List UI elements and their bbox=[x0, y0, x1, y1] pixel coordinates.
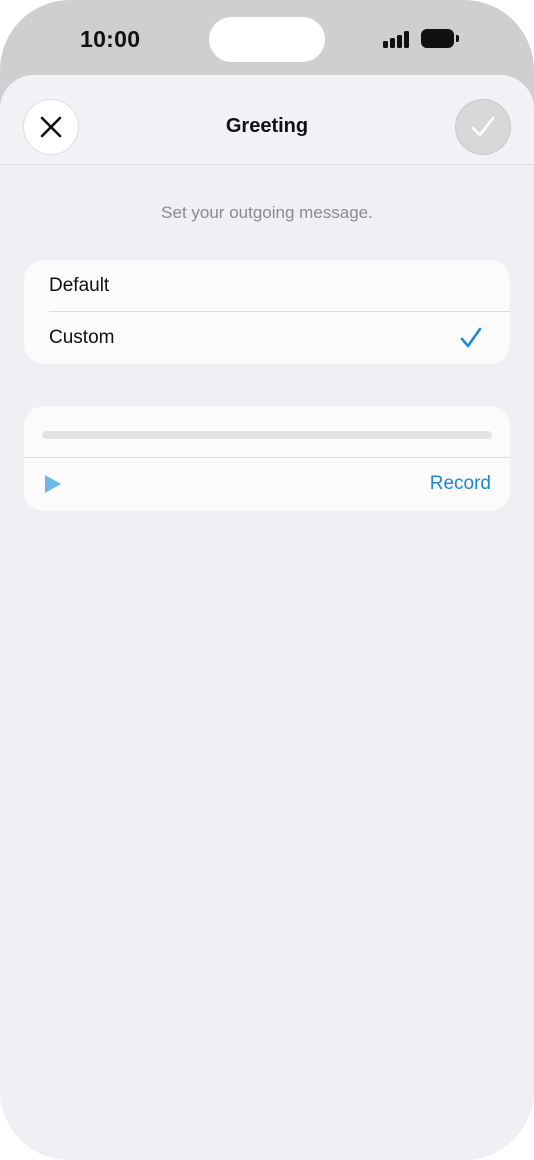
greeting-sheet: Greeting Set your outgoing message. Defa… bbox=[0, 75, 534, 1160]
battery-icon bbox=[421, 29, 459, 48]
cellular-signal-icon bbox=[383, 31, 411, 48]
page-title: Greeting bbox=[225, 115, 309, 137]
phone-frame: 10:00 Greeting Set your outgoing message… bbox=[0, 0, 534, 1160]
playback-progress-bar[interactable] bbox=[42, 431, 492, 439]
status-time: 10:00 bbox=[80, 26, 141, 52]
greeting-options-group: Default Custom bbox=[24, 260, 510, 364]
option-custom[interactable]: Custom bbox=[24, 312, 510, 364]
option-label: Default bbox=[49, 275, 110, 296]
option-label: Custom bbox=[49, 327, 115, 348]
dynamic-island bbox=[209, 17, 325, 62]
status-bar: 10:00 bbox=[0, 0, 534, 78]
option-default[interactable]: Default bbox=[24, 260, 510, 312]
done-button[interactable] bbox=[456, 100, 510, 154]
greeting-description: Set your outgoing message. bbox=[161, 203, 373, 222]
divider bbox=[24, 457, 510, 458]
checkmark-icon bbox=[471, 116, 495, 137]
record-button[interactable]: Record bbox=[430, 473, 491, 495]
navigation-bar: Greeting bbox=[0, 75, 534, 165]
play-icon[interactable] bbox=[44, 474, 62, 494]
selected-checkmark-icon bbox=[460, 327, 482, 348]
recording-group: Record bbox=[24, 406, 510, 511]
